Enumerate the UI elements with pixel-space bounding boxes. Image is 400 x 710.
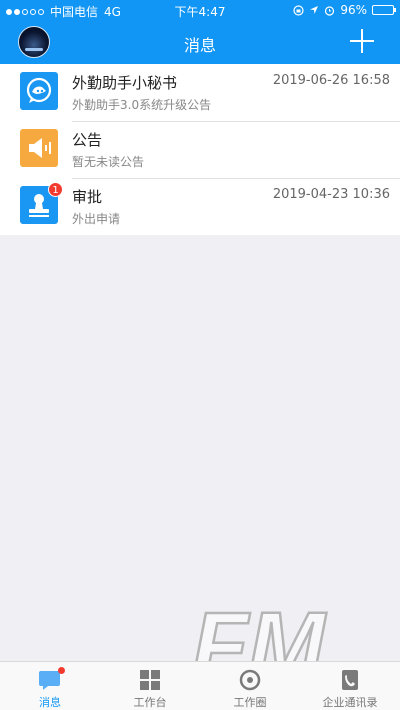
- tab-messages[interactable]: 消息: [0, 662, 100, 710]
- tab-bar: 消息 工作台 工作圈 企业通讯录: [0, 661, 400, 710]
- status-bar: 中国电信 4G 下午4:47 96%: [0, 0, 400, 20]
- tab-label: 工作圈: [233, 696, 267, 709]
- item-subtitle: 暂无未读公告: [72, 155, 145, 169]
- page-title: 消息: [183, 36, 216, 55]
- item-subtitle: 外勤助手3.0系统升级公告: [72, 98, 212, 112]
- tab-label: 工作台: [133, 696, 167, 709]
- add-button[interactable]: [350, 29, 374, 53]
- tab-contacts[interactable]: 企业通讯录: [300, 662, 400, 710]
- list-item[interactable]: 外勤助手小秘书 2019-06-26 16:58 外勤助手3.0系统升级公告: [0, 64, 400, 121]
- message-icon: [38, 667, 65, 691]
- tab-workcircle[interactable]: 工作圈: [200, 662, 300, 710]
- item-subtitle: 外出申请: [72, 212, 121, 226]
- battery-percent: 96%: [340, 3, 367, 17]
- item-title: 审批: [72, 188, 103, 206]
- item-time: 2019-04-23 10:36: [272, 187, 390, 202]
- message-list: 外勤助手小秘书 2019-06-26 16:58 外勤助手3.0系统升级公告 公…: [0, 64, 400, 235]
- circle-icon: [238, 669, 262, 691]
- contacts-icon: [338, 669, 362, 691]
- status-right: 96%: [293, 3, 396, 17]
- item-time: 2019-06-26 16:58: [272, 73, 390, 88]
- tab-unread-dot: [58, 667, 65, 674]
- alarm-clock-icon: [325, 5, 335, 16]
- tab-workbench[interactable]: 工作台: [100, 662, 200, 710]
- grid-icon: [138, 669, 162, 691]
- location-arrow-icon: [310, 6, 319, 14]
- item-title: 外勤助手小秘书: [72, 74, 178, 92]
- list-item[interactable]: 公告 暂无未读公告: [0, 121, 400, 178]
- nav-bar: 消息: [0, 20, 400, 64]
- chat-bubble-icon: [20, 72, 58, 110]
- battery-icon: [372, 5, 396, 15]
- tab-label: 企业通讯录: [322, 696, 378, 709]
- lock-rotation-icon: [293, 4, 304, 16]
- list-item[interactable]: 1 审批 2019-04-23 10:36 外出申请: [0, 178, 400, 235]
- tab-label: 消息: [39, 696, 61, 709]
- megaphone-icon: [20, 129, 58, 167]
- item-title: 公告: [72, 131, 103, 149]
- unread-badge: 1: [48, 182, 63, 197]
